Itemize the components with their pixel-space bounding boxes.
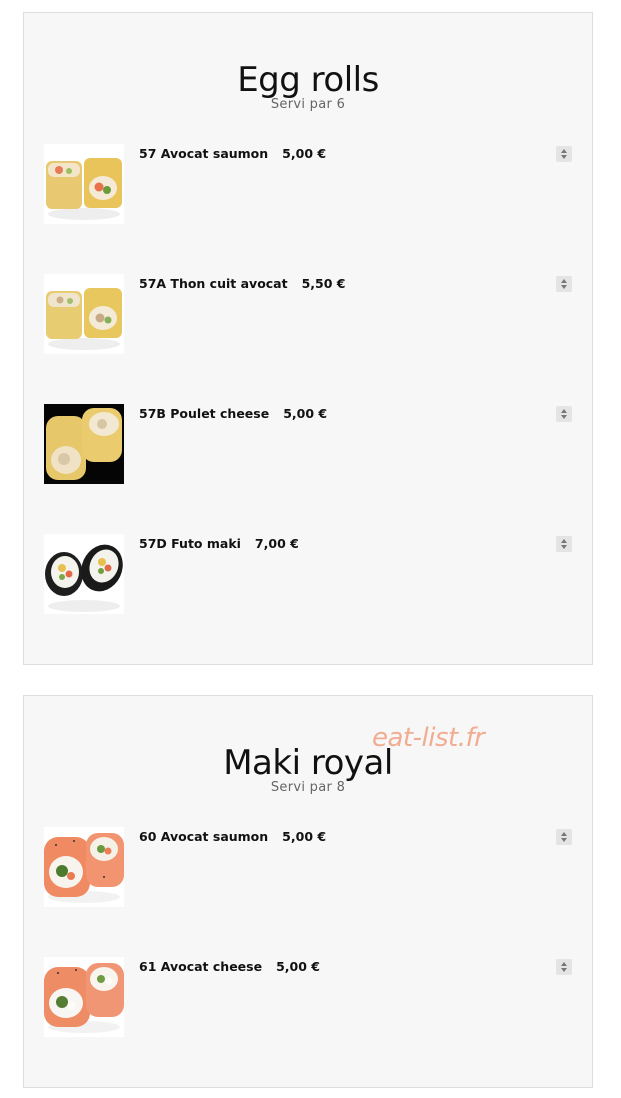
item-label: 57B Poulet cheese 5,00 € bbox=[139, 406, 327, 421]
item-photo bbox=[44, 534, 124, 614]
increment-arrow-icon[interactable] bbox=[561, 409, 567, 413]
item-price: 5,00 € bbox=[276, 959, 320, 974]
item-price: 5,00 € bbox=[282, 829, 327, 844]
item-photo bbox=[44, 404, 124, 484]
item-photo bbox=[44, 274, 124, 354]
menu-item: 60 Avocat saumon 5,00 € bbox=[44, 827, 574, 909]
item-photo bbox=[44, 144, 124, 224]
item-price: 7,00 € bbox=[254, 536, 299, 551]
item-label: 57A Thon cuit avocat 5,50 € bbox=[139, 276, 346, 291]
item-price: 5,00 € bbox=[283, 406, 328, 421]
item-label: 57 Avocat saumon 5,00 € bbox=[139, 146, 326, 161]
decrement-arrow-icon[interactable] bbox=[561, 285, 567, 289]
item-name: 61 Avocat cheese bbox=[139, 959, 263, 974]
item-name: 57A Thon cuit avocat bbox=[139, 276, 288, 291]
increment-arrow-icon[interactable] bbox=[561, 279, 567, 283]
item-name: 57B Poulet cheese bbox=[139, 406, 270, 421]
menu-item: 57A Thon cuit avocat 5,50 € bbox=[44, 274, 574, 356]
item-photo bbox=[44, 827, 124, 907]
quantity-spinner-icon[interactable] bbox=[556, 406, 572, 422]
item-label: 57D Futo maki 7,00 € bbox=[139, 536, 299, 551]
section-subtitle: Servi par 8 bbox=[270, 780, 346, 795]
menu-item: 57B Poulet cheese 5,00 € bbox=[44, 404, 574, 486]
quantity-spinner-icon[interactable] bbox=[556, 536, 572, 552]
increment-arrow-icon[interactable] bbox=[561, 832, 567, 836]
section-title: Egg rolls bbox=[237, 60, 379, 100]
section-subtitle: Servi par 6 bbox=[270, 97, 346, 112]
menu-section-maki-royal: Maki royal Servi par 8 eat-list.fr 60 Av… bbox=[23, 695, 593, 1088]
menu-item: 61 Avocat cheese 5,00 € bbox=[44, 957, 574, 1039]
item-price: 5,00 € bbox=[282, 146, 327, 161]
item-price: 5,50 € bbox=[301, 276, 346, 291]
quantity-spinner-icon[interactable] bbox=[556, 829, 572, 845]
watermark-text: eat-list.fr bbox=[372, 723, 485, 753]
decrement-arrow-icon[interactable] bbox=[561, 968, 567, 972]
item-name: 60 Avocat saumon bbox=[139, 829, 269, 844]
decrement-arrow-icon[interactable] bbox=[561, 155, 567, 159]
menu-item: 57 Avocat saumon 5,00 € bbox=[44, 144, 574, 226]
quantity-spinner-icon[interactable] bbox=[556, 276, 572, 292]
menu-item: 57D Futo maki 7,00 € bbox=[44, 534, 574, 616]
item-name: 57D Futo maki bbox=[139, 536, 241, 551]
quantity-spinner-icon[interactable] bbox=[556, 146, 572, 162]
section-title: Maki royal bbox=[223, 743, 393, 783]
item-photo bbox=[44, 957, 124, 1037]
increment-arrow-icon[interactable] bbox=[561, 962, 567, 966]
menu-section-egg-rolls: Egg rolls Servi par 6 57 Avocat saumon 5,… bbox=[23, 12, 593, 665]
increment-arrow-icon[interactable] bbox=[561, 539, 567, 543]
quantity-spinner-icon[interactable] bbox=[556, 959, 572, 975]
increment-arrow-icon[interactable] bbox=[561, 149, 567, 153]
decrement-arrow-icon[interactable] bbox=[561, 545, 567, 549]
item-label: 61 Avocat cheese 5,00 € bbox=[139, 959, 320, 974]
decrement-arrow-icon[interactable] bbox=[561, 838, 567, 842]
item-name: 57 Avocat saumon bbox=[139, 146, 269, 161]
item-label: 60 Avocat saumon 5,00 € bbox=[139, 829, 326, 844]
decrement-arrow-icon[interactable] bbox=[561, 415, 567, 419]
